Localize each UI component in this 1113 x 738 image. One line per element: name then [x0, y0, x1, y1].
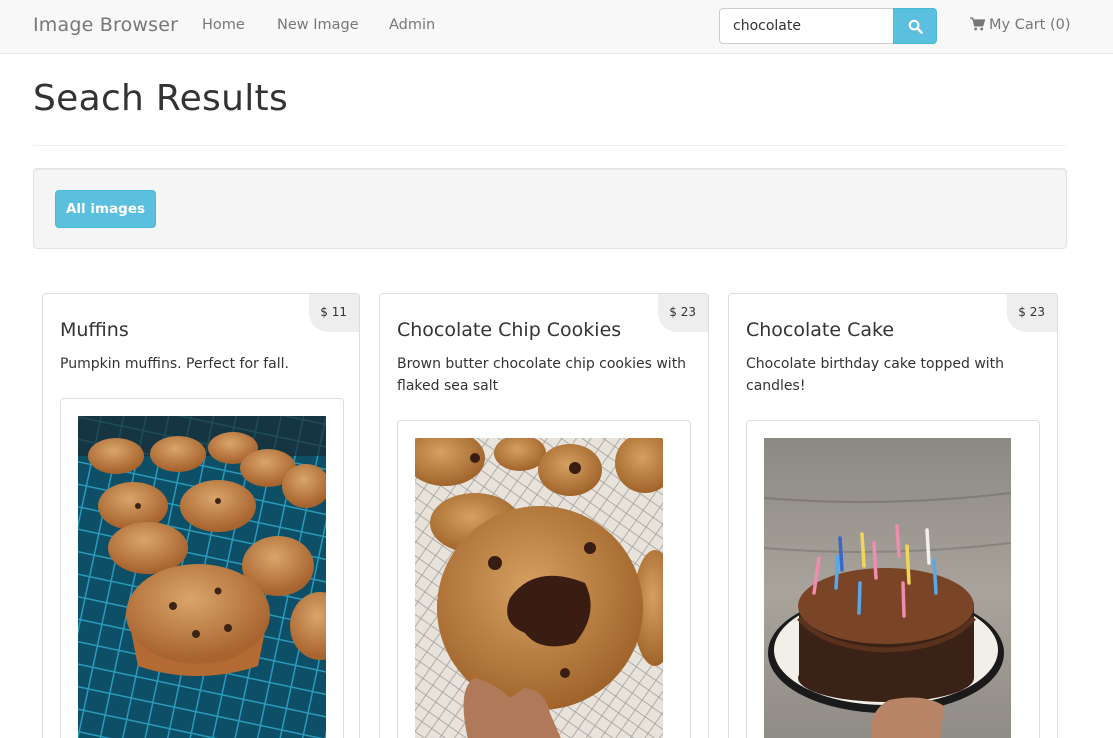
filter-panel: All images [33, 168, 1067, 249]
price-badge: $ 23 [1007, 294, 1057, 332]
nav-link-home[interactable]: Home [202, 17, 245, 33]
search-icon [908, 19, 923, 34]
product-thumbnail[interactable] [746, 420, 1040, 738]
cookies-photo [415, 438, 663, 738]
product-card-chocolate-cake[interactable]: $ 23 Chocolate Cake Chocolate birthday c… [728, 293, 1058, 738]
product-title: Chocolate Chip Cookies [397, 319, 622, 341]
navbar: Image Browser Home New Image Admin My Ca… [0, 0, 1113, 54]
nav-link-new-image[interactable]: New Image [277, 17, 359, 33]
price-badge: $ 23 [658, 294, 708, 332]
cart-label: My Cart (0) [989, 17, 1071, 33]
product-title: Muffins [60, 319, 129, 341]
search-button[interactable] [893, 8, 937, 44]
price-badge: $ 11 [309, 294, 359, 332]
header-divider [33, 145, 1067, 146]
muffins-photo [78, 416, 326, 738]
page-title: Seach Results [33, 78, 289, 119]
cake-photo [764, 438, 1011, 738]
product-thumbnail[interactable] [397, 420, 691, 738]
product-description: Brown butter chocolate chip cookies with… [397, 356, 687, 394]
product-description: Chocolate birthday cake topped with cand… [746, 356, 1005, 394]
cart-link[interactable]: My Cart (0) [970, 17, 1071, 33]
nav-link-admin[interactable]: Admin [389, 17, 435, 33]
brand-link[interactable]: Image Browser [33, 14, 178, 36]
product-card-chocolate-chip-cookies[interactable]: $ 23 Chocolate Chip Cookies Brown butter… [379, 293, 709, 738]
product-card-muffins[interactable]: $ 11 Muffins Pumpkin muffins. Perfect fo… [42, 293, 360, 738]
all-images-button[interactable]: All images [55, 190, 156, 228]
search-input[interactable] [719, 8, 894, 44]
product-title: Chocolate Cake [746, 319, 895, 341]
product-thumbnail[interactable] [60, 398, 344, 738]
shopping-cart-icon [970, 17, 986, 31]
product-description: Pumpkin muffins. Perfect for fall. [60, 356, 289, 372]
